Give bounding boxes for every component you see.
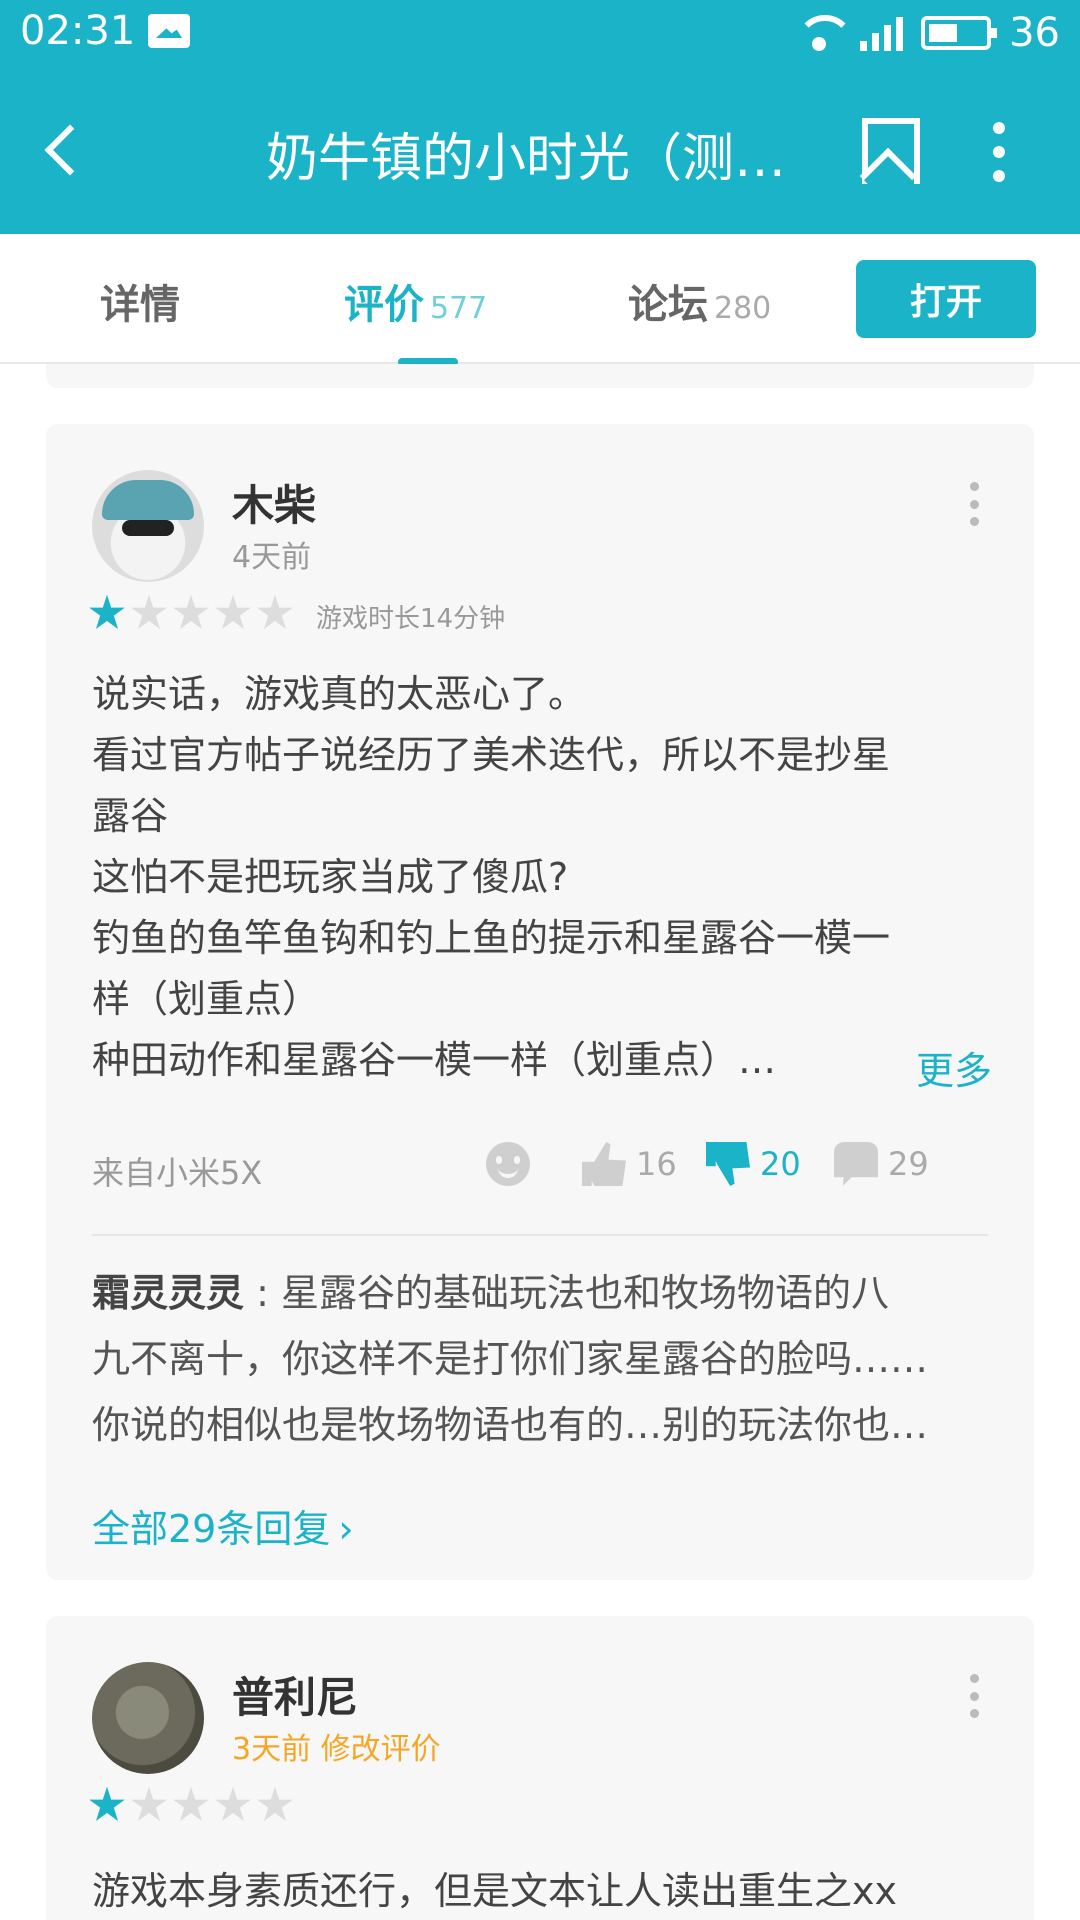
battery-level: 36 (1009, 10, 1060, 56)
card-more-icon[interactable] (970, 1674, 982, 1718)
tab-bar: 详情 评价 577 论坛 280 打开 (0, 234, 1080, 366)
smile-icon (486, 1142, 530, 1186)
tab-label: 论坛 (628, 282, 708, 328)
reply-line: 你说的相似也是牧场物语也有的…别的玩法你也… (92, 1403, 929, 1447)
wifi-icon (796, 15, 842, 51)
status-indicators: 36 (796, 6, 1060, 60)
device-info: 来自小米5X (92, 1154, 263, 1192)
status-time: 02:31 (20, 8, 136, 54)
review-line: 露谷 (92, 794, 169, 838)
review-card: 木柴 4天前 游戏时长14分钟 说实话，游戏真的太恶心了。 看过官方帖子说经历了… (46, 424, 1034, 1580)
thumbs-down-icon (706, 1142, 750, 1186)
bookmark-icon[interactable] (858, 118, 920, 184)
reply-separator: : (244, 1271, 281, 1315)
review-time: 3天前 修改评价 (232, 1732, 441, 1767)
star-empty-icon (257, 594, 293, 629)
open-button[interactable]: 打开 (856, 260, 1036, 338)
star-empty-icon (215, 1786, 251, 1821)
rating-stars (88, 594, 294, 632)
tab-reviews[interactable]: 评价 577 (344, 272, 487, 330)
avatar[interactable] (92, 1662, 204, 1774)
signal-icon (860, 15, 904, 51)
review-body[interactable]: 说实话，游戏真的太恶心了。 看过官方帖子说经历了美术迭代，所以不是抄星 露谷 这… (92, 664, 992, 1091)
thumbs-up-icon (582, 1142, 626, 1186)
username[interactable]: 普利尼 (232, 1664, 358, 1725)
tab-count: 280 (714, 291, 772, 326)
star-empty-icon (215, 594, 251, 629)
battery-icon (921, 16, 998, 50)
page-title: 奶牛镇的小时光（测… (266, 129, 787, 189)
emoji-react-button[interactable] (486, 1142, 530, 1186)
review-line[interactable]: 游戏本身素质还行，但是文本让人读出重生之xx (92, 1860, 897, 1915)
reply-line: 九不离十，你这样不是打你们家星露谷的脸吗…… (92, 1337, 929, 1381)
reply-preview[interactable]: 霜灵灵灵 : 星露谷的基础玩法也和牧场物语的八 九不离十，你这样不是打你们家星露… (92, 1260, 992, 1458)
play-time: 游戏时长14分钟 (316, 604, 506, 634)
star-empty-icon (173, 594, 209, 629)
card-more-icon[interactable] (970, 482, 982, 526)
like-count: 16 (636, 1145, 677, 1183)
text-fade (812, 1034, 912, 1090)
chevron-right-icon: › (338, 1507, 354, 1551)
review-line: 这怕不是把玩家当成了傻瓜? (92, 855, 569, 899)
reply-line: 星露谷的基础玩法也和牧场物语的八 (280, 1271, 889, 1315)
review-card-previous (46, 364, 1034, 388)
app-bar: 奶牛镇的小时光（测… (0, 66, 1080, 234)
review-card: 普利尼 3天前 修改评价 游戏本身素质还行，但是文本让人读出重生之xx (46, 1616, 1034, 1920)
star-empty-icon (131, 594, 167, 629)
star-empty-icon (257, 1786, 293, 1821)
divider (92, 1234, 988, 1236)
like-button[interactable]: 16 (582, 1142, 677, 1186)
avatar[interactable] (92, 470, 204, 582)
review-line: 样（划重点） (92, 977, 321, 1021)
review-line: 看过官方帖子说经历了美术迭代，所以不是抄星 (92, 733, 891, 777)
comment-icon (834, 1142, 878, 1186)
star-empty-icon (173, 1786, 209, 1821)
reply-author[interactable]: 霜灵灵灵 (92, 1271, 244, 1315)
star-empty-icon (131, 1786, 167, 1821)
dislike-button[interactable]: 20 (706, 1142, 801, 1186)
star-filled-icon (89, 594, 125, 629)
comment-count: 29 (888, 1145, 929, 1183)
review-line: 说实话，游戏真的太恶心了。 (92, 672, 587, 716)
all-replies-link[interactable]: 全部29条回复 › (92, 1498, 354, 1553)
tab-forum[interactable]: 论坛 280 (628, 272, 771, 330)
dislike-count: 20 (760, 1145, 801, 1183)
star-filled-icon (89, 1786, 125, 1821)
review-time: 4天前 (232, 540, 312, 575)
more-link[interactable]: 更多 (916, 1040, 992, 1095)
username[interactable]: 木柴 (232, 472, 316, 533)
review-line: 钓鱼的鱼竿鱼钩和钓上鱼的提示和星露谷一模一 (92, 916, 891, 960)
tab-label: 评价 (344, 282, 424, 328)
tab-label: 详情 (100, 282, 180, 328)
all-replies-label: 全部29条回复 (92, 1507, 331, 1551)
image-notification-icon (148, 14, 190, 48)
comment-button[interactable]: 29 (834, 1142, 929, 1186)
tab-count: 577 (430, 291, 488, 326)
status-bar: 02:31 36 (0, 0, 1080, 66)
rating-stars (88, 1786, 294, 1824)
back-icon[interactable] (34, 120, 94, 180)
tab-details[interactable]: 详情 (100, 272, 180, 330)
more-options-icon[interactable] (984, 122, 1014, 182)
